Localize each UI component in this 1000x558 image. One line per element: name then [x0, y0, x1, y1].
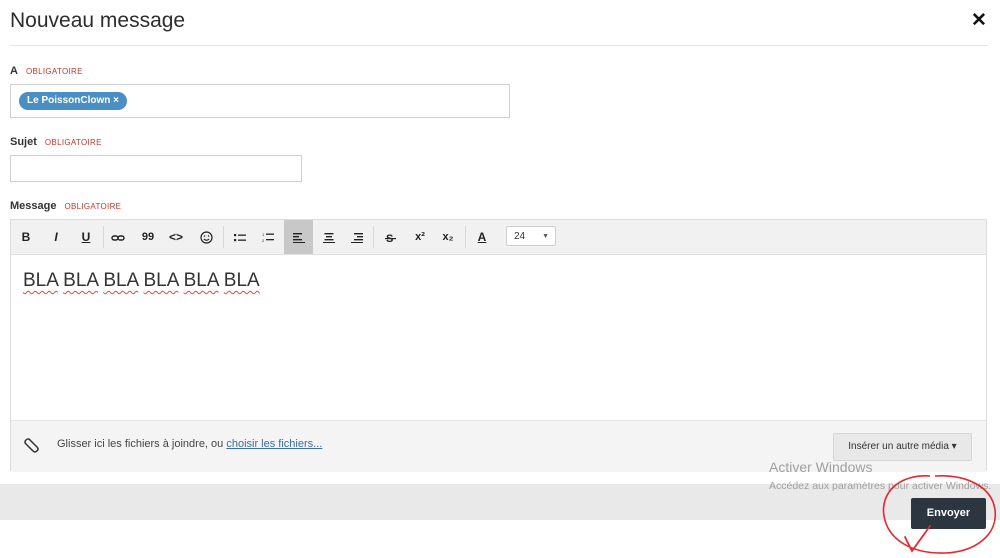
message-label-row: Message OBLIGATOIRE — [10, 200, 121, 212]
bullet-list-icon[interactable] — [227, 220, 253, 254]
attachment-text: Glisser ici les fichiers à joindre, ou c… — [57, 438, 322, 450]
message-editor: B I U 99 <> 12 S x² x₂ A 24 ▼ BLA BLA BL… — [10, 219, 987, 472]
font-size-select[interactable]: 24 ▼ — [506, 226, 556, 246]
align-center-icon[interactable] — [316, 220, 342, 254]
body-word: BLA — [183, 270, 219, 291]
close-icon[interactable]: ✕ — [971, 9, 987, 32]
subject-input[interactable] — [10, 155, 302, 182]
send-button[interactable]: Envoyer — [911, 498, 986, 529]
link-icon[interactable] — [105, 220, 131, 254]
toolbar-separator — [373, 226, 374, 248]
recipient-token[interactable]: Le PoissonClown × — [19, 92, 127, 110]
underline-button[interactable]: U — [73, 220, 99, 254]
attachment-hint: Glisser ici les fichiers à joindre, ou — [57, 438, 227, 450]
subject-required-tag: OBLIGATOIRE — [44, 138, 102, 147]
body-word: BLA — [23, 270, 58, 291]
subject-label: Sujet — [10, 136, 37, 148]
paperclip-icon — [23, 435, 43, 460]
italic-button[interactable]: I — [43, 220, 69, 254]
superscript-button[interactable]: x² — [407, 220, 433, 254]
editor-toolbar: B I U 99 <> 12 S x² x₂ A 24 ▼ — [11, 220, 986, 255]
body-word: BLA — [143, 270, 179, 291]
align-left-icon[interactable] — [284, 220, 313, 254]
message-required-tag: OBLIGATOIRE — [64, 202, 122, 211]
code-button[interactable]: <> — [163, 220, 189, 254]
font-color-button[interactable]: A — [469, 220, 495, 254]
toolbar-separator — [465, 226, 466, 248]
choose-files-link[interactable]: choisir les fichiers... — [226, 438, 322, 450]
chevron-down-icon: ▼ — [542, 233, 549, 240]
font-size-value: 24 — [514, 231, 526, 242]
svg-text:1: 1 — [262, 232, 265, 237]
subject-label-row: Sujet OBLIGATOIRE — [10, 136, 102, 148]
activation-watermark-text: Accédez aux paramètres pour activer Wind… — [769, 480, 992, 492]
toolbar-separator — [103, 226, 104, 248]
message-body[interactable]: BLA BLA BLA BLA BLA BLA — [23, 270, 260, 292]
svg-text:2: 2 — [262, 238, 265, 243]
align-right-icon[interactable] — [344, 220, 370, 254]
recipient-label-row: A OBLIGATOIRE — [10, 65, 83, 77]
numbered-list-icon[interactable]: 12 — [255, 220, 281, 254]
message-label: Message — [10, 200, 57, 212]
activation-watermark-title: Activer Windows — [769, 459, 873, 475]
recipient-required-tag: OBLIGATOIRE — [25, 67, 83, 76]
quote-button[interactable]: 99 — [135, 220, 161, 254]
body-word: BLA — [63, 270, 99, 291]
recipient-field[interactable]: Le PoissonClown × — [10, 84, 510, 118]
header-divider — [10, 45, 988, 46]
recipient-label: A — [10, 65, 18, 77]
strikethrough-icon[interactable]: S — [377, 220, 403, 254]
dialog-title: Nouveau message — [10, 9, 186, 32]
toolbar-separator — [223, 226, 224, 248]
bold-button[interactable]: B — [13, 220, 39, 254]
body-word: BLA — [103, 270, 139, 291]
body-word: BLA — [223, 270, 260, 291]
emoji-icon[interactable] — [193, 220, 219, 254]
insert-media-button[interactable]: Insérer un autre média ▾ — [833, 433, 972, 461]
subscript-button[interactable]: x₂ — [435, 220, 461, 254]
